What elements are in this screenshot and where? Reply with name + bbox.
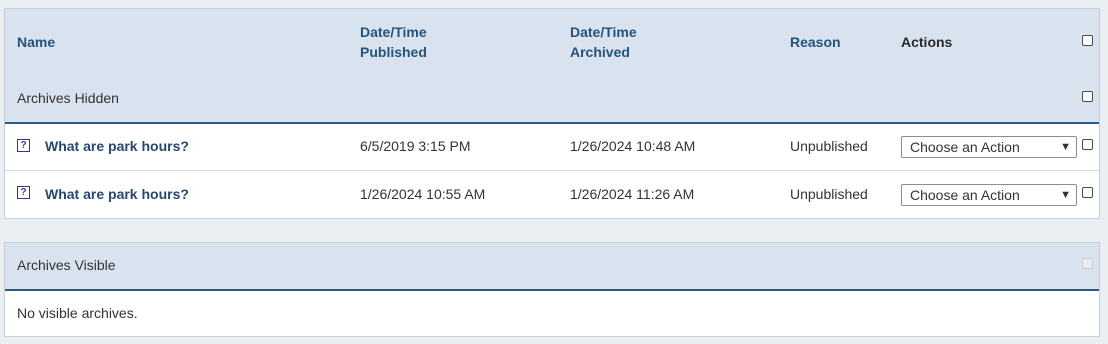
archives-hidden-panel: Name Date/Time Published Date/Time Archi… [4, 8, 1100, 219]
chevron-down-icon: ▼ [1060, 189, 1071, 201]
row-published: 1/26/2024 10:55 AM [360, 186, 486, 202]
action-select[interactable]: Choose an Action ▼ [901, 136, 1077, 158]
row-name-link[interactable]: What are park hours? [45, 185, 189, 203]
col-header-published[interactable]: Date/Time Published [360, 22, 427, 62]
group-visible-checkbox [1082, 258, 1093, 269]
question-icon: ? [17, 186, 30, 199]
group-label-visible: Archives Visible [17, 257, 116, 273]
action-select[interactable]: Choose an Action ▼ [901, 184, 1077, 206]
col-header-reason[interactable]: Reason [790, 32, 841, 52]
col-header-archived[interactable]: Date/Time Archived [570, 22, 637, 62]
col-header-archived-line2: Archived [570, 44, 630, 60]
row-name-link[interactable]: What are park hours? [45, 137, 189, 155]
group-label-hidden: Archives Hidden [17, 90, 119, 106]
row-checkbox[interactable] [1082, 139, 1093, 150]
chevron-down-icon: ▼ [1060, 141, 1071, 153]
row-archived: 1/26/2024 11:26 AM [570, 186, 695, 202]
col-header-archived-line1: Date/Time [570, 24, 637, 40]
group-header-visible: Archives Visible [5, 243, 1099, 289]
header-divider [5, 122, 1099, 124]
empty-state-message: No visible archives. [17, 305, 138, 321]
row-reason: Unpublished [790, 186, 868, 202]
col-header-published-line1: Date/Time [360, 24, 427, 40]
col-header-actions: Actions [901, 34, 953, 50]
row-reason: Unpublished [790, 138, 868, 154]
row-published: 6/5/2019 3:15 PM [360, 138, 471, 154]
col-header-published-line2: Published [360, 44, 427, 60]
table-header: Name Date/Time Published Date/Time Archi… [5, 9, 1099, 122]
action-select-value: Choose an Action [910, 187, 1020, 203]
row-divider [5, 170, 1099, 171]
row-archived: 1/26/2024 10:48 AM [570, 138, 696, 154]
header-divider [5, 289, 1099, 291]
group-hidden-checkbox[interactable] [1082, 91, 1093, 102]
row-checkbox[interactable] [1082, 187, 1093, 198]
select-all-checkbox[interactable] [1082, 35, 1093, 46]
col-header-name[interactable]: Name [17, 32, 55, 52]
archives-visible-panel: Archives Visible No visible archives. [4, 242, 1100, 337]
action-select-value: Choose an Action [910, 139, 1020, 155]
question-icon: ? [17, 139, 30, 152]
